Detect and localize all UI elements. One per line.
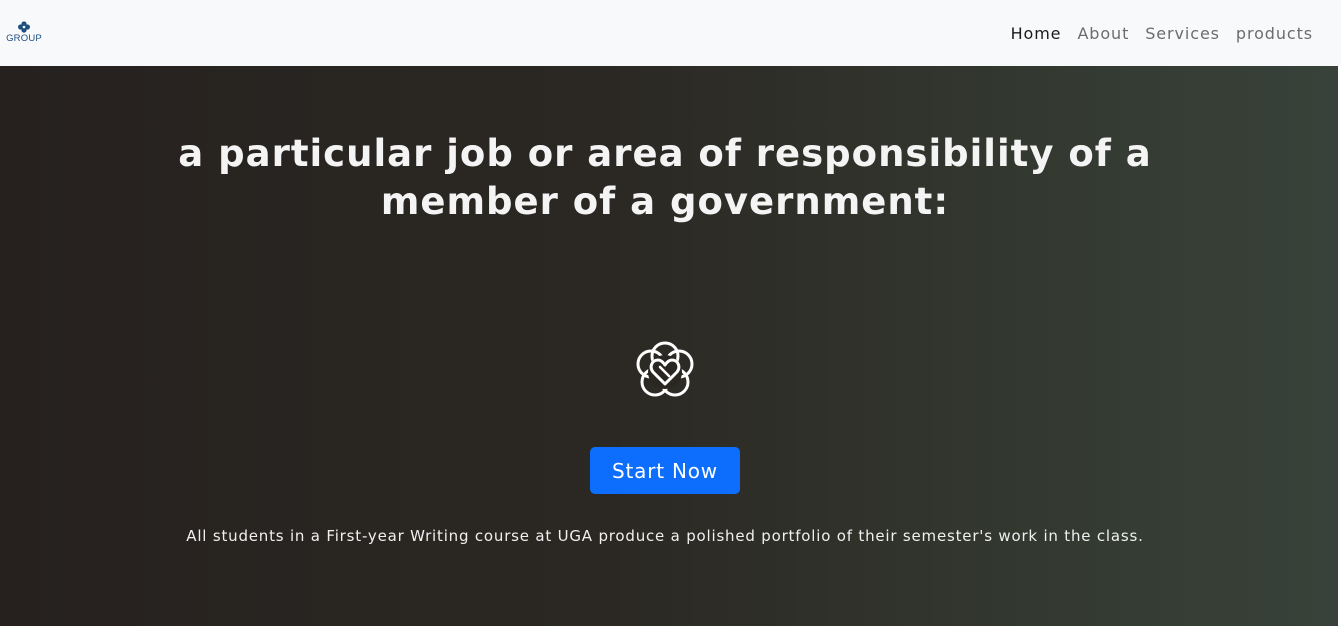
nav-links: Home About Services products [1003, 20, 1321, 46]
hero-title: a particular job or area of responsibili… [178, 132, 1152, 223]
hero-caption: All students in a First-year Writing cou… [186, 527, 1144, 545]
nav-item-about[interactable]: About [1069, 24, 1137, 43]
nav-item-services[interactable]: Services [1137, 24, 1228, 43]
start-now-button[interactable]: Start Now [590, 447, 740, 494]
brand-text: GROUP [6, 33, 42, 44]
nav-item-products[interactable]: products [1228, 24, 1321, 43]
navbar: GROUP Home About Services products [0, 0, 1341, 66]
nav-item-home[interactable]: Home [1003, 24, 1070, 43]
flower-logo-icon [18, 21, 30, 33]
flower-heart-icon [636, 341, 694, 397]
brand-logo[interactable]: GROUP [2, 21, 46, 47]
